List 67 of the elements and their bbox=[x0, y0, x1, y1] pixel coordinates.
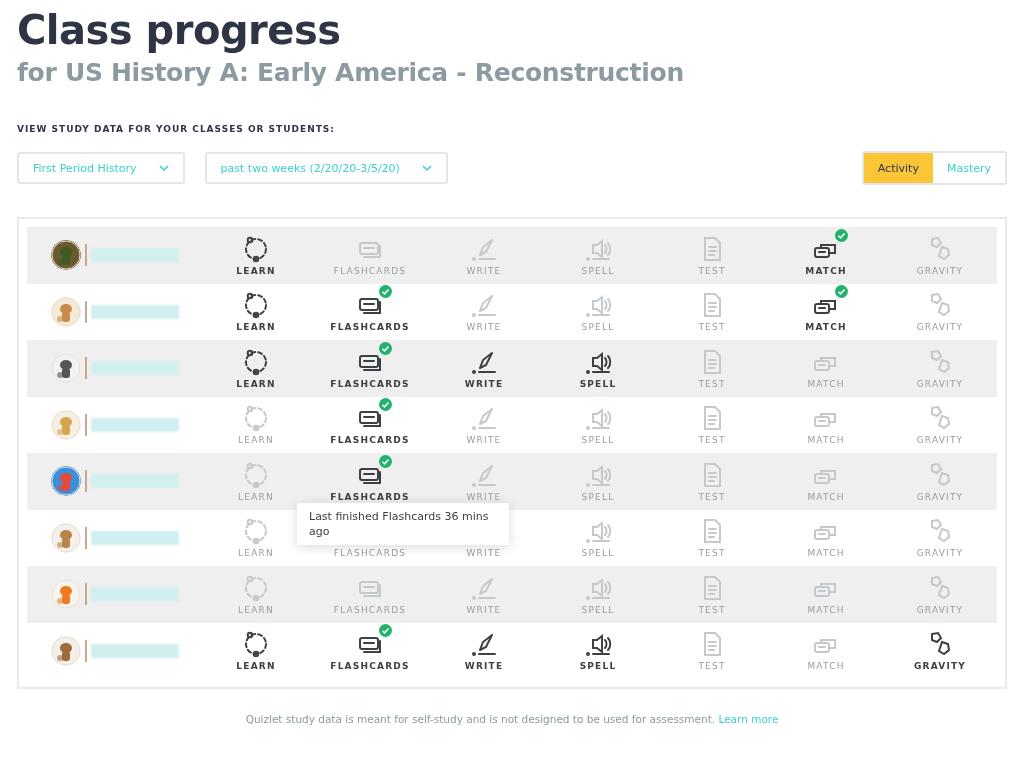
mode-label: LEARN bbox=[238, 491, 274, 502]
mode-label: TEST bbox=[698, 491, 726, 502]
mode-label: FLASHCARDS bbox=[330, 378, 410, 389]
mode-label: WRITE bbox=[466, 548, 502, 559]
mode-label: SPELL bbox=[581, 604, 615, 615]
mode-label: TEST bbox=[698, 378, 726, 389]
mode-label: TEST bbox=[698, 548, 726, 559]
caret-icon bbox=[421, 165, 432, 171]
mode-label: LEARN bbox=[236, 378, 276, 389]
mode-label: SPELL bbox=[581, 322, 615, 333]
tooltip: Last finished Flashcards 36 mins ago bbox=[297, 502, 509, 545]
mode-label: MATCH bbox=[807, 491, 845, 502]
mode-label: SPELL bbox=[579, 661, 617, 672]
mode-label: TEST bbox=[698, 604, 726, 615]
mode-label: MATCH bbox=[805, 265, 847, 276]
mode-label: WRITE bbox=[464, 661, 504, 672]
mode-label: SPELL bbox=[579, 378, 617, 389]
mode-label: LEARN bbox=[238, 604, 274, 615]
footer-note: Quizlet study data is meant for self-study and is not designed to be used for assessment. bbox=[245, 713, 716, 725]
mode-label: MATCH bbox=[805, 322, 847, 333]
mode-label: FLASHCARDS bbox=[330, 661, 410, 672]
mode-label: MATCH bbox=[807, 548, 845, 559]
mode-label: LEARN bbox=[238, 435, 274, 446]
page-subtitle: for US History A: Early America - Reconstruction bbox=[17, 57, 685, 89]
mode-label: FLASHCARDS bbox=[333, 548, 407, 559]
mode-label: LEARN bbox=[236, 322, 276, 333]
mode-label: GRAVITY bbox=[916, 548, 964, 559]
mode-label: TEST bbox=[698, 322, 726, 333]
mode-label: FLASHCARDS bbox=[330, 491, 410, 502]
mode-label: TEST bbox=[698, 265, 726, 276]
mode-label: TEST bbox=[698, 435, 726, 446]
mode-label: WRITE bbox=[466, 265, 502, 276]
mode-label: GRAVITY bbox=[913, 661, 966, 672]
mode-label: FLASHCARDS bbox=[330, 435, 410, 446]
mode-label: GRAVITY bbox=[916, 435, 964, 446]
mode-label: GRAVITY bbox=[916, 322, 964, 333]
mode-label: WRITE bbox=[466, 491, 502, 502]
mode-label: WRITE bbox=[464, 378, 504, 389]
mode-label: WRITE bbox=[466, 322, 502, 333]
mode-label: LEARN bbox=[236, 265, 276, 276]
learn-more-link[interactable]: Learn more bbox=[718, 713, 779, 725]
mode-label: GRAVITY bbox=[916, 265, 964, 276]
mode-label: GRAVITY bbox=[916, 604, 964, 615]
dropdown[interactable]: past two weeks (2/20/20-3/5/20) bbox=[204, 152, 448, 184]
mode-label: FLASHCARDS bbox=[330, 322, 410, 333]
mode-label: WRITE bbox=[466, 435, 502, 446]
mode-label: LEARN bbox=[236, 661, 276, 672]
mode-label: MATCH bbox=[807, 661, 845, 672]
mode-label: MATCH bbox=[807, 435, 845, 446]
mode-label: TEST bbox=[698, 661, 726, 672]
filter-label: VIEW STUDY DATA FOR YOUR CLASSES OR STUDENTS: bbox=[17, 124, 335, 134]
mode-label: SPELL bbox=[581, 435, 615, 446]
mode-label: FLASHCARDS bbox=[333, 265, 407, 276]
mode-label: SPELL bbox=[581, 265, 615, 276]
mode-label: SPELL bbox=[581, 491, 615, 502]
mode-label: LEARN bbox=[238, 548, 274, 559]
mode-label: FLASHCARDS bbox=[333, 604, 407, 615]
view-tab[interactable]: Activity bbox=[863, 153, 933, 183]
mode-label: GRAVITY bbox=[916, 378, 964, 389]
dropdown[interactable]: First Period History bbox=[17, 152, 185, 184]
mode-label: MATCH bbox=[807, 604, 845, 615]
mode-label: MATCH bbox=[807, 378, 845, 389]
mode-label: WRITE bbox=[466, 604, 502, 615]
page-title: Class progress bbox=[17, 6, 342, 55]
mode-label: SPELL bbox=[581, 548, 615, 559]
caret-icon bbox=[158, 165, 169, 171]
mode-label: GRAVITY bbox=[916, 491, 964, 502]
